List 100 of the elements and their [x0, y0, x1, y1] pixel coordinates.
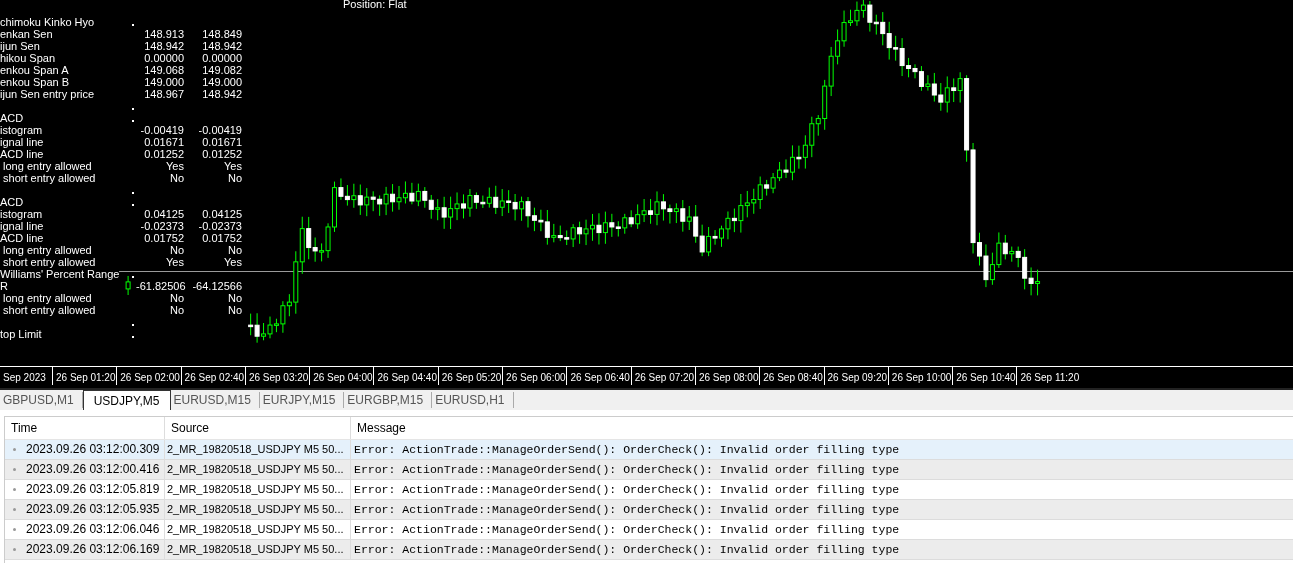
- time-label: 26 Sep 02:00: [120, 372, 180, 383]
- chart-tab[interactable]: EURJPY,M15: [259, 392, 345, 408]
- chart-tab[interactable]: GBPUSD,M1: [0, 392, 83, 408]
- chart-tab[interactable]: USDJPY,M5: [82, 390, 171, 410]
- time-label: 26 Sep 10:40: [956, 372, 1016, 383]
- time-label: Sep 2023: [3, 372, 46, 383]
- log-row[interactable]: 2023.09.26 03:12:05.935 2_MR_19820518_USDJPY M5 50... Error: ActionTrade::ManageOrderSend(): OrderCheck(): Invalid order filling type: [5, 500, 1293, 520]
- indicator-label: ignal line: [0, 220, 44, 232]
- indicator-label: short entry allowed: [0, 256, 96, 268]
- column-header[interactable]: Source: [165, 417, 351, 439]
- indicator-value: 148.849: [202, 28, 242, 40]
- log-time: 2023.09.26 03:12:05.819: [26, 481, 160, 498]
- indicator-value: No: [227, 304, 242, 316]
- indicator-value: No: [169, 172, 184, 184]
- time-label: 26 Sep 06:00: [506, 372, 566, 383]
- indicator-value: 148.913: [144, 28, 184, 40]
- indicator-title: top Limit: [0, 328, 42, 340]
- indicator-title: chimoku Kinko Hyo: [0, 16, 95, 28]
- indicator-label: hikou Span: [0, 52, 56, 64]
- indicator-value: -64.12566: [192, 280, 242, 292]
- indicator-value: 149.000: [144, 76, 184, 88]
- indicator-value: No: [227, 292, 242, 304]
- log-message: Error: ActionTrade::ManageOrderSend(): OrderCheck(): Invalid order filling type: [354, 462, 900, 478]
- bullet-icon: [13, 488, 16, 491]
- indicator-value: No: [227, 244, 242, 256]
- time-label: 26 Sep 08:40: [763, 372, 823, 383]
- indicator-label: enkan Sen: [0, 28, 53, 40]
- indicator-value: Yes: [224, 256, 242, 268]
- indicator-label: ignal line: [0, 136, 44, 148]
- time-label: 26 Sep 04:00: [313, 372, 373, 383]
- indicator-value: 149.082: [202, 64, 242, 76]
- chart-tab[interactable]: EURGBP,M15: [344, 392, 433, 408]
- time-label: 26 Sep 04:40: [377, 372, 437, 383]
- log-source: 2_MR_19820518_USDJPY M5 50...: [167, 522, 344, 537]
- indicator-value: 0.04125: [144, 208, 184, 220]
- time-label: 26 Sep 10:00: [891, 372, 952, 383]
- indicator-value: 0.01752: [144, 232, 184, 244]
- candlestick: [125, 275, 131, 296]
- indicator-value: 148.967: [144, 88, 184, 100]
- indicator-value: -0.00419: [140, 124, 184, 136]
- indicator-label: short entry allowed: [0, 304, 96, 316]
- log-time: 2023.09.26 03:12:00.309: [26, 441, 160, 458]
- indicator-title: ACD: [0, 112, 24, 124]
- log-time: 2023.09.26 03:12:06.046: [26, 521, 160, 538]
- indicator-label: ijun Sen: [0, 40, 40, 52]
- indicator-label: ijun Sen entry price: [0, 88, 95, 100]
- indicator-label: long entry allowed: [0, 160, 92, 172]
- log-time: 2023.09.26 03:12:05.935: [26, 501, 160, 518]
- bullet-icon: [13, 448, 16, 451]
- indicator-value: 0.00000: [144, 52, 184, 64]
- log-source: 2_MR_19820518_USDJPY M5 50...: [167, 542, 344, 557]
- log-source: 2_MR_19820518_USDJPY M5 50...: [167, 462, 344, 477]
- indicator-value: 0.01671: [202, 136, 242, 148]
- log-time: 2023.09.26 03:12:06.169: [26, 541, 160, 558]
- bullet-icon: [13, 508, 16, 511]
- column-header[interactable]: Time: [5, 417, 165, 439]
- indicator-value: 149.068: [144, 64, 184, 76]
- indicator-label: istogram: [0, 124, 43, 136]
- bullet-icon: [13, 468, 16, 471]
- time-label: 26 Sep 09:20: [827, 372, 888, 383]
- indicator-title: ACD: [0, 196, 24, 208]
- column-header[interactable]: Message: [351, 417, 1293, 439]
- time-label: 26 Sep 07:20: [634, 372, 695, 383]
- log-message: Error: ActionTrade::ManageOrderSend(): OrderCheck(): Invalid order filling type: [354, 522, 900, 538]
- log-message: Error: ActionTrade::ManageOrderSend(): OrderCheck(): Invalid order filling type: [354, 482, 900, 498]
- indicator-value: No: [169, 292, 184, 304]
- time-label: 26 Sep 08:00: [698, 372, 759, 383]
- indicator-value: 149.000: [202, 76, 242, 88]
- log-row[interactable]: 2023.09.26 03:12:00.309 2_MR_19820518_USDJPY M5 50... Error: ActionTrade::ManageOrderSend(): OrderCheck(): Invalid order filling type: [5, 440, 1293, 460]
- time-label: 26 Sep 11:20: [1020, 372, 1080, 383]
- indicator-value: 0.00000: [202, 52, 242, 64]
- time-label: 26 Sep 02:40: [184, 372, 245, 383]
- log-row[interactable]: 2023.09.26 03:12:06.169 2_MR_19820518_USDJPY M5 50... Error: ActionTrade::ManageOrderSend(): OrderCheck(): Invalid order filling type: [5, 540, 1293, 560]
- log-time: 2023.09.26 03:12:00.416: [26, 461, 160, 478]
- indicator-value: Yes: [166, 256, 184, 268]
- indicator-value: 0.01252: [202, 148, 242, 160]
- time-label: 26 Sep 06:40: [570, 372, 630, 383]
- log-message: Error: ActionTrade::ManageOrderSend(): OrderCheck(): Invalid order filling type: [354, 502, 900, 518]
- log-row[interactable]: 2023.09.26 03:12:00.416 2_MR_19820518_USDJPY M5 50... Error: ActionTrade::ManageOrderSend(): OrderCheck(): Invalid order filling type: [5, 460, 1293, 480]
- indicator-value: 0.01252: [144, 148, 184, 160]
- indicator-value: -0.00419: [198, 124, 242, 136]
- indicator-value: -0.02373: [198, 220, 242, 232]
- chart-tab[interactable]: EURUSD,M15: [170, 392, 260, 408]
- position-label: Position: Flat: [343, 0, 407, 10]
- indicator-value: 0.01752: [202, 232, 242, 244]
- time-label: 26 Sep 01:20: [56, 372, 116, 383]
- indicator-label: istogram: [0, 208, 43, 220]
- indicator-value: 148.942: [144, 40, 184, 52]
- indicator-value: -61.82506: [136, 280, 186, 292]
- indicator-value: Yes: [166, 160, 184, 172]
- log-message: Error: ActionTrade::ManageOrderSend(): OrderCheck(): Invalid order filling type: [354, 542, 900, 558]
- bullet-icon: [13, 528, 16, 531]
- log-source: 2_MR_19820518_USDJPY M5 50...: [167, 442, 344, 457]
- indicator-label: ACD line: [0, 232, 44, 244]
- indicator-value: No: [169, 244, 184, 256]
- indicator-value: 148.942: [202, 40, 242, 52]
- indicator-label: long entry allowed: [0, 292, 92, 304]
- indicator-label: enkou Span B: [0, 76, 70, 88]
- time-label: 26 Sep 05:20: [441, 372, 502, 383]
- chart-tab[interactable]: EURUSD,H1: [432, 392, 514, 408]
